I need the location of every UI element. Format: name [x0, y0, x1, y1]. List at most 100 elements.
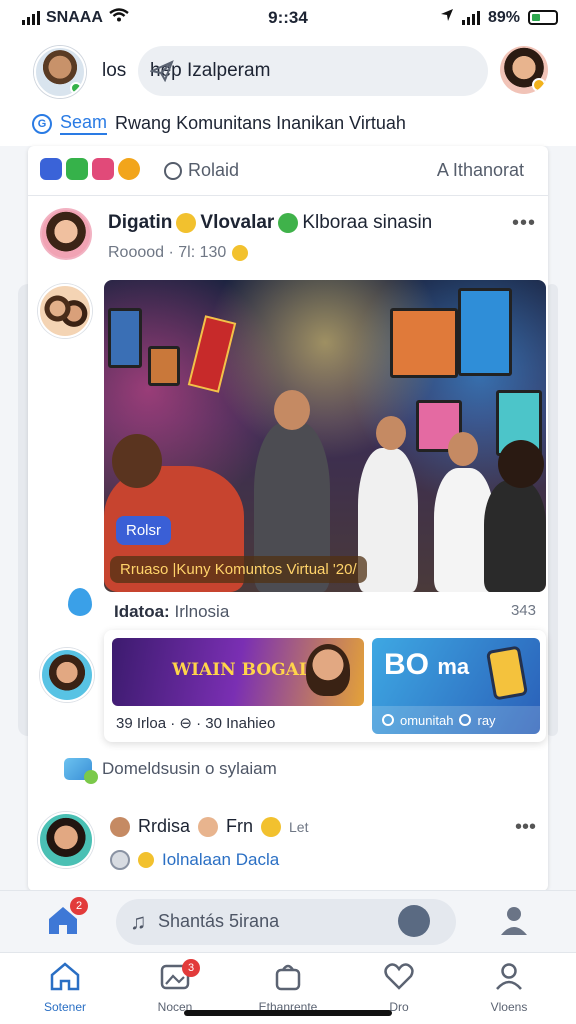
- person-icon: [501, 907, 527, 935]
- composer-input[interactable]: ♫ Shantás 5irana: [116, 899, 456, 945]
- grin-emoji-icon: [261, 816, 282, 837]
- post2-sub-text[interactable]: Iolnalaan Dacla: [162, 850, 279, 870]
- comment-text: Domeldsusin o sylaiam: [102, 759, 277, 778]
- promo2-small: ma: [437, 654, 470, 679]
- person-head: [274, 390, 310, 430]
- tab-honor[interactable]: A Ithanorat: [437, 160, 524, 181]
- promo-banner-1[interactable]: WIAIN BOGAL: [112, 638, 364, 706]
- poster-prop: [187, 315, 237, 393]
- wall-screen: [390, 308, 458, 378]
- smile-emoji-icon: [176, 213, 197, 233]
- friend-avatar[interactable]: [40, 648, 94, 702]
- user-emoji-icon: [198, 816, 219, 837]
- post-image[interactable]: Rolsr Rruaso |Kuny Komuntos Virtual '20/: [104, 280, 546, 592]
- community-icon: [382, 714, 394, 726]
- home-icon: [50, 962, 80, 991]
- emoji-icon: [138, 852, 154, 868]
- send-icon[interactable]: [148, 60, 472, 88]
- share-app-icon[interactable]: [40, 158, 62, 180]
- post2-avatar[interactable]: [38, 812, 94, 868]
- status-right: 89%: [440, 8, 558, 27]
- signal-icon: [461, 10, 480, 25]
- tab-photos[interactable]: 3 Nocen: [130, 959, 220, 1014]
- heart-icon: [384, 963, 414, 990]
- tab-favorites[interactable]: Dro: [354, 961, 444, 1014]
- more-options-icon[interactable]: •••: [512, 212, 536, 235]
- community-title: Rwang Komunitans Inanikan Virtuah: [115, 113, 406, 133]
- tab-home[interactable]: Sotener: [20, 961, 110, 1014]
- profile-button[interactable]: [498, 903, 530, 942]
- profile-avatar[interactable]: [500, 46, 548, 94]
- comment-row[interactable]: Domeldsusin o sylaiam: [64, 758, 277, 784]
- promo1-title: WIAIN BOGAL: [172, 660, 311, 680]
- promo-banner-2[interactable]: BO ma omunitah ray: [372, 638, 540, 734]
- status-bar: SNAAA 9::34 89%: [0, 0, 576, 36]
- music-note-icon[interactable]: ♫: [130, 909, 147, 935]
- app-shortcuts: [40, 158, 140, 180]
- group-avatar[interactable]: [38, 284, 92, 338]
- post2-name2: Frn: [226, 816, 254, 836]
- check-app-icon[interactable]: [66, 158, 88, 180]
- search-link[interactable]: Seam: [60, 112, 108, 135]
- post-author-avatar[interactable]: [40, 208, 92, 260]
- tab-poll[interactable]: Rolaid: [164, 160, 239, 181]
- promo2-footer: omunitah ray: [372, 706, 540, 734]
- tab-poll-label: Rolaid: [188, 160, 240, 180]
- green-emoji-icon: [278, 213, 299, 233]
- emoji-icon: [232, 245, 249, 261]
- profile-icon: [496, 963, 522, 990]
- search-globe-icon: G: [32, 113, 52, 134]
- person-head: [498, 440, 544, 488]
- clock-icon: [164, 161, 182, 180]
- bag-icon: [275, 964, 301, 991]
- home-shortcut-button[interactable]: 2: [46, 897, 88, 937]
- composer-bar: 2 ♫ Shantás 5irana: [0, 890, 576, 952]
- battery-percent: 89%: [487, 8, 520, 26]
- sticker-icon[interactable]: [398, 905, 430, 937]
- tab-bag[interactable]: Ethanrente: [243, 961, 333, 1014]
- phone-icon: [485, 645, 529, 701]
- promo-meta: 39 Irloa · ⊖ · 30 Inahieo: [116, 715, 276, 732]
- location-label: Idatoa:: [114, 602, 170, 621]
- home-count-badge: 2: [70, 897, 88, 915]
- promo-card: WIAIN BOGAL BO ma omunitah ray 39 Irloa …: [104, 630, 546, 742]
- header-label: los: [102, 60, 127, 81]
- post2-late: Let: [289, 818, 309, 835]
- tab-home-label: Sotener: [43, 1000, 87, 1014]
- post-sub-text: Rooood · 7l: 130: [108, 244, 227, 261]
- location-row: Idatoa: Irlnosia: [114, 602, 229, 622]
- home-indicator: [184, 1010, 392, 1016]
- my-avatar[interactable]: [34, 46, 86, 98]
- post2-sub: Iolnalaan Dacla: [110, 850, 279, 870]
- reaction-count: 343: [510, 602, 536, 619]
- wall-screen: [108, 308, 142, 368]
- feed-card: Rolaid A Ithanorat Digatin Vlovalar Klbo…: [28, 146, 548, 891]
- image-caption: Rruaso |Kuny Komuntos Virtual '20/: [110, 556, 367, 583]
- post-subline: Rooood · 7l: 130: [108, 244, 249, 262]
- location-icon: [440, 8, 454, 27]
- composer-placeholder: Shantás 5irana: [158, 911, 280, 931]
- post2-name: Rrdisa: [138, 816, 191, 836]
- promo2-foot-b: ray: [477, 712, 496, 728]
- tab-profile[interactable]: Vloens: [464, 961, 554, 1014]
- online-indicator: [70, 82, 82, 94]
- promo1-face: [306, 644, 350, 696]
- battery-icon: [528, 10, 558, 25]
- person-head: [376, 416, 406, 450]
- star-badge-icon: [532, 78, 546, 92]
- join-badge[interactable]: Rolsr: [116, 516, 172, 545]
- photos-count-badge: 3: [182, 959, 200, 977]
- person-head: [448, 432, 478, 466]
- person-figure: [358, 448, 418, 592]
- post-title-b: Vlovalar: [200, 212, 275, 233]
- search-input[interactable]: hep Izalperam: [138, 46, 488, 96]
- post-title: Digatin Vlovalar Klboraa sinasin: [108, 212, 432, 234]
- rating-icon: [459, 714, 472, 726]
- more-options-icon[interactable]: •••: [515, 816, 536, 839]
- location-value: Irlnosia: [174, 602, 230, 621]
- chat-icon: [64, 758, 98, 784]
- reward-app-icon[interactable]: [118, 158, 140, 180]
- play-app-icon[interactable]: [92, 158, 114, 180]
- user-emoji-icon: [110, 816, 130, 837]
- card-tabs: Rolaid A Ithanorat: [28, 146, 548, 196]
